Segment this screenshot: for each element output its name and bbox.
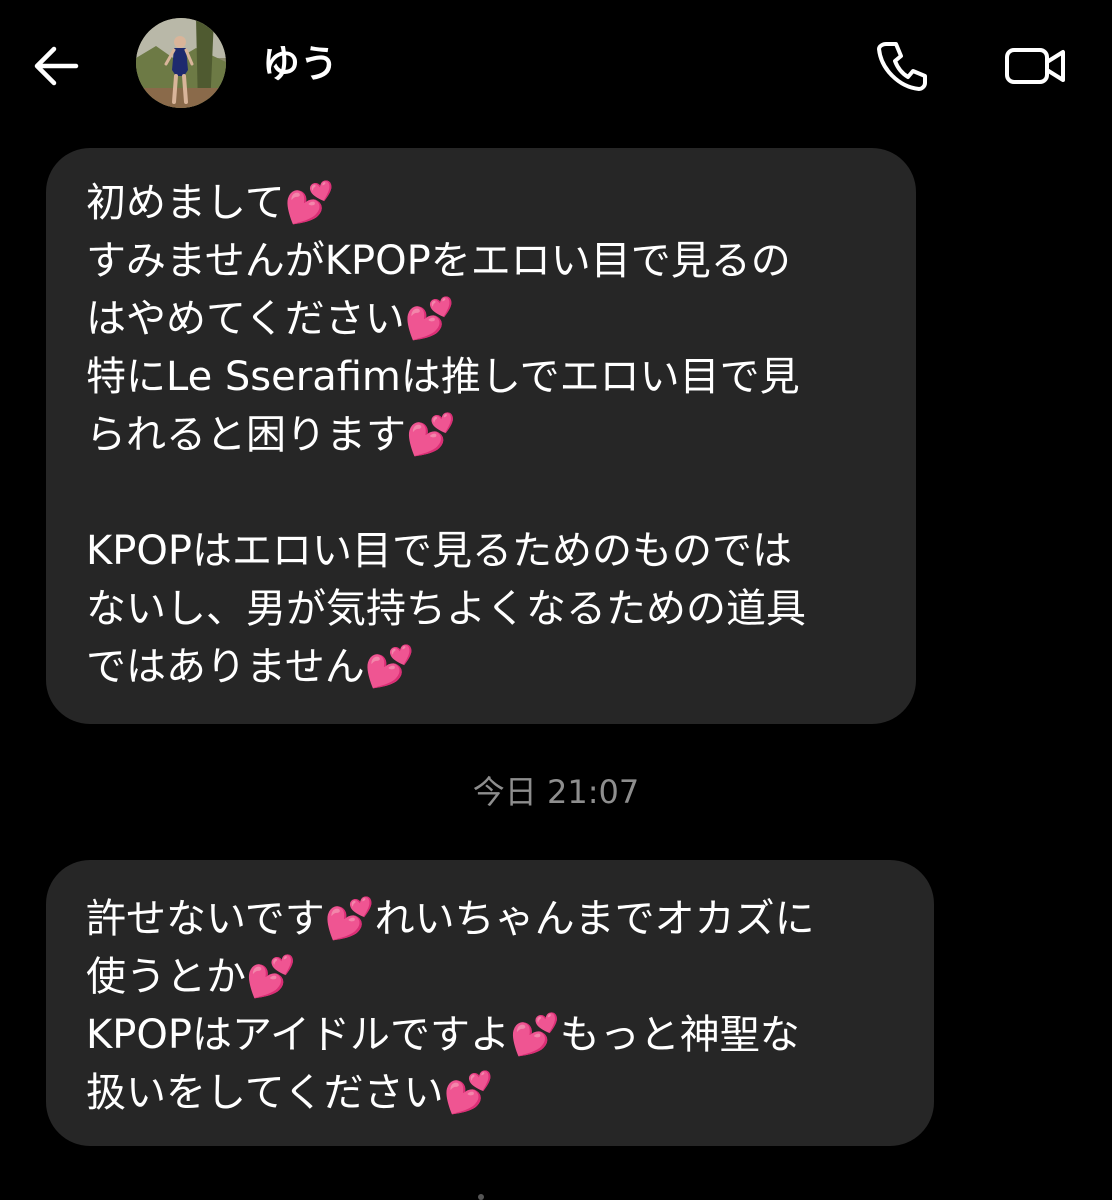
message-text-line: 許せないです💕れいちゃんまでオカズに [86, 896, 815, 942]
message-text-line: 扱いをしてください💕 [86, 1070, 494, 1116]
chat-header: ゆう [0, 0, 1112, 130]
message-text-line: ではありません💕 [86, 644, 415, 690]
message-bubble[interactable]: 初めまして💕 すみませんがKPOPをエロい目で見るの はやめてください💕 特にL… [46, 148, 916, 724]
message-text-line: ないし、男が気持ちよくなるための道具 [86, 586, 806, 632]
message-timestamp: 今日 21:07 [472, 773, 640, 811]
back-button[interactable] [28, 38, 84, 94]
message-text-line: はやめてください💕 [86, 296, 455, 342]
message-text-line: KPOPはアイドルですよ💕もっと神聖な [86, 1012, 800, 1058]
message-text-line: KPOPはエロい目で見るためのものでは [86, 528, 792, 574]
video-call-button[interactable] [1000, 36, 1070, 96]
avatar[interactable] [136, 18, 226, 108]
arrow-left-icon [34, 46, 79, 86]
contact-name[interactable]: ゆう [262, 40, 338, 88]
message-text-line: 使うとか💕 [86, 954, 296, 1000]
phone-icon [877, 42, 927, 91]
profile-photo [136, 18, 226, 108]
scroll-indicator [478, 1194, 484, 1200]
message-text-line: られると困ります💕 [86, 412, 456, 458]
voice-call-button[interactable] [872, 36, 932, 96]
message-text-line: 特にLe Sserafimは推しでエロい目で見 [86, 354, 800, 400]
message-text-line: 初めまして💕 [86, 180, 335, 226]
video-camera-icon [1005, 48, 1065, 84]
message-bubble[interactable]: 許せないです💕れいちゃんまでオカズに 使うとか💕 KPOPはアイドルですよ💕もっ… [46, 860, 934, 1146]
message-text-line: すみませんがKPOPをエロい目で見るの [86, 238, 791, 284]
